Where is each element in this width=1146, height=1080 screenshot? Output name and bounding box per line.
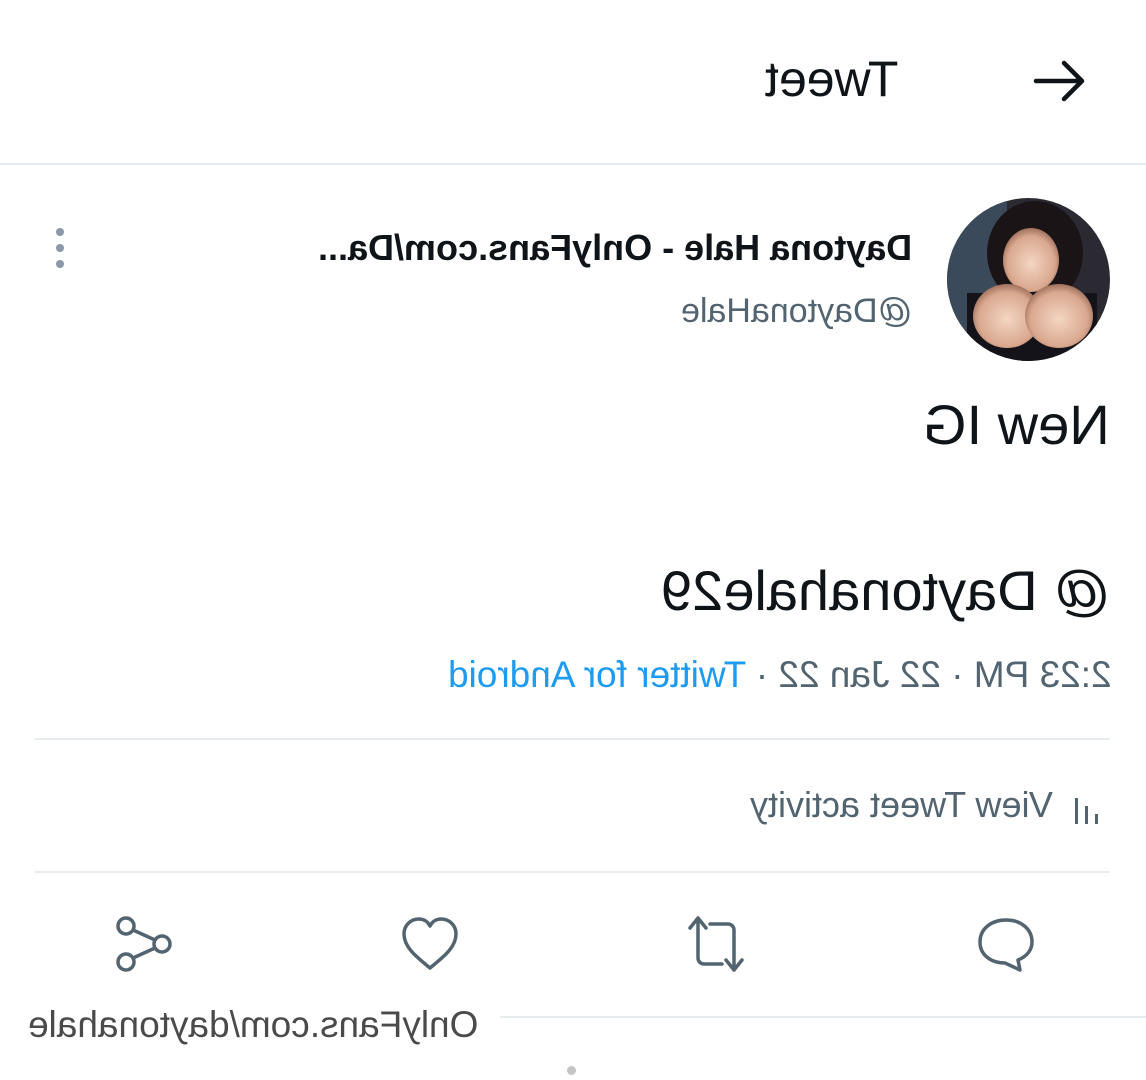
tweet-time: 2:23 PM [974, 654, 1112, 695]
page-title: Tweet [765, 50, 898, 108]
page-title-text: Tweet [765, 51, 899, 107]
back-button[interactable] [1030, 55, 1090, 107]
divider [500, 1016, 1146, 1018]
tweet-text-2: @ Daytonahale29 [660, 559, 1110, 622]
bar-chart-icon [1075, 798, 1098, 824]
handle-text: @DaytonaHale [680, 292, 912, 330]
view-tweet-activity-button[interactable]: View Tweet activity [665, 784, 1105, 830]
share-icon [116, 916, 172, 972]
tweet-meta: 2:23 PM · 22 Jan 22 · Twitter for Androi… [300, 654, 1112, 696]
tweet-meta-mirror: 2:23 PM · 22 Jan 22 · Twitter for Androi… [448, 654, 1112, 696]
tweet-source-link[interactable]: Twitter for Android [448, 654, 746, 695]
retweet-button[interactable] [684, 912, 748, 976]
meta-separator: · [746, 654, 779, 695]
divider [35, 738, 1110, 740]
tweet-text-1: New IG [923, 393, 1110, 456]
share-button[interactable] [112, 912, 176, 976]
reply-button[interactable] [974, 912, 1038, 976]
heart-icon [402, 917, 458, 970]
tweet-text-line-1: New IG [900, 392, 1110, 457]
like-button[interactable] [398, 912, 462, 976]
meta-separator: · [941, 654, 975, 695]
author-display-name[interactable]: Daytona Hale - OnlyFans.com/Da... [172, 227, 912, 269]
watermark-text-inner: OnlyFans.com/daytonahale [27, 1004, 479, 1045]
top-app-bar: Tweet [0, 0, 1146, 165]
avatar[interactable] [947, 198, 1110, 361]
more-vertical-icon [56, 228, 64, 268]
tweet-date: 22 Jan 22 [778, 654, 942, 695]
display-name-text: Daytona Hale - OnlyFans.com/Da... [317, 227, 912, 268]
retweet-icon [688, 916, 744, 972]
watermark-text: OnlyFans.com/daytonahale [8, 1004, 498, 1046]
author-handle[interactable]: @DaytonaHale [612, 292, 912, 331]
more-options-button[interactable] [50, 226, 70, 270]
arrow-icon [1033, 60, 1085, 102]
reply-icon [978, 918, 1034, 972]
divider [35, 871, 1110, 873]
tweet-text-line-2: @ Daytonahale29 [596, 558, 1110, 623]
activity-label: View Tweet activity [750, 784, 1053, 826]
scroll-indicator-dot [567, 1066, 576, 1075]
activity-label-text: View Tweet activity [750, 784, 1053, 825]
